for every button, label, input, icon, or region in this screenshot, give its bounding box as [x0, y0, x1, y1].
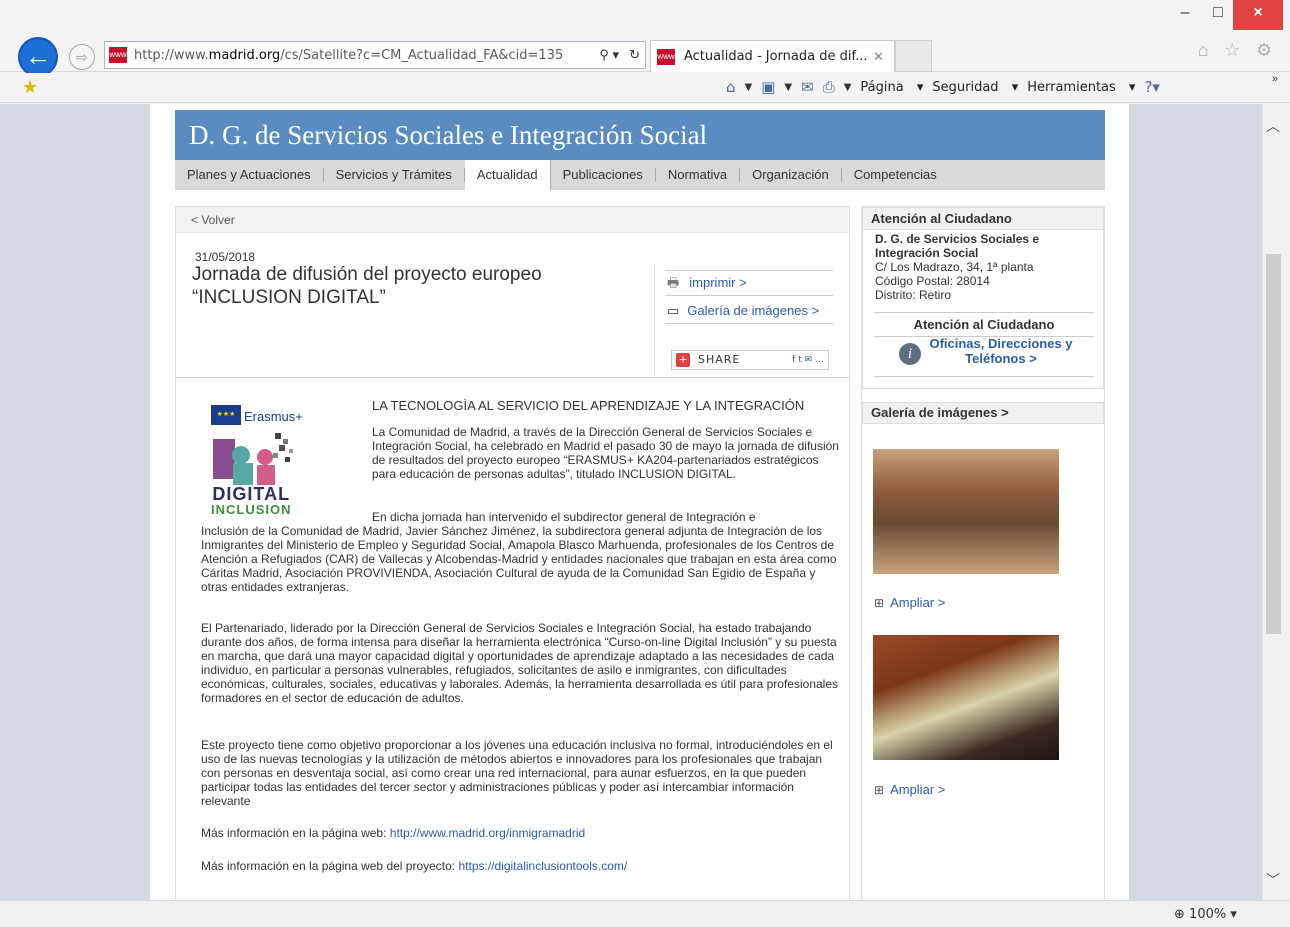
article-date: 31/05/2018	[195, 250, 256, 264]
addthis-plus-icon: +	[676, 353, 690, 367]
feeds-dropdown-icon[interactable]: ▼	[784, 82, 792, 93]
tab-favicon: www	[657, 48, 675, 65]
article-paragraph-2b: Inclusión de la Comunidad de Madrid, Jav…	[201, 524, 837, 594]
sidebar: Atención al Ciudadano D. G. de Servicios…	[861, 206, 1105, 900]
site-favicon: www	[109, 47, 127, 63]
article-paragraph-2a: En dicha jornada han intervenido el subd…	[372, 510, 756, 524]
attention-title: Atención al Ciudadano	[863, 208, 1103, 230]
favorites-star-icon[interactable]: ☆	[1224, 40, 1240, 61]
gallery-icon: ▭	[667, 303, 680, 318]
security-menu[interactable]: Seguridad ▾	[932, 80, 1018, 95]
printer-icon: 🖶	[667, 275, 680, 290]
article-paragraph-3: El Partenariado, liderado por la Direcci…	[201, 621, 839, 705]
chevron-right-icon[interactable]: »	[1272, 73, 1278, 85]
minimize-button[interactable]: –	[1167, 0, 1203, 30]
attention-address: D. G. de Servicios Sociales e Integració…	[875, 232, 1040, 302]
gallery-link[interactable]: ▭ Galería de imágenes >	[665, 299, 833, 324]
forward-arrow-icon: ⇨	[76, 49, 88, 65]
article-panel: < Volver 31/05/2018 Jornada de difusión …	[175, 206, 850, 900]
back-button[interactable]: ←	[18, 37, 58, 77]
vertical-scrollbar[interactable]: ︿ ﹀	[1262, 104, 1284, 900]
site-banner: D. G. de Servicios Sociales e Integració…	[175, 110, 1105, 160]
more-info-1: Más información en la página web: http:/…	[201, 826, 586, 840]
help-icon[interactable]: ?▾	[1144, 78, 1160, 96]
logo-wordmark: DIGITAL INCLUSION	[211, 484, 292, 517]
attention-box: Atención al Ciudadano D. G. de Servicios…	[862, 207, 1104, 389]
address-url[interactable]: http://www.madrid.org/cs/Satellite?c=CM_…	[134, 48, 594, 63]
divider	[176, 377, 849, 378]
more-info-2: Más información en la página web del pro…	[201, 859, 628, 873]
command-bar: ★ ⌂ ▼ ▣ ▼ ✉ ⎙ ▼ Página ▾ Seguridad ▾ Herram…	[0, 73, 1290, 103]
tools-menu[interactable]: Herramientas ▾	[1027, 80, 1135, 95]
nav-competencias[interactable]: Competencias	[842, 168, 949, 182]
logo-artwork	[213, 433, 293, 485]
article-title: Jornada de difusión del proyecto europeo…	[192, 264, 542, 308]
browser-right-icons: ⌂ ☆ ⚙	[1190, 40, 1280, 61]
gallery-photo-1[interactable]	[873, 449, 1059, 574]
browser-titlebar: – □ × ← ⇨ www http://www.madrid.org/cs/S…	[0, 0, 1290, 77]
home-icon[interactable]: ⌂	[1198, 40, 1209, 61]
offices-link[interactable]: Oficinas, Direcciones y Teléfonos >	[901, 336, 1081, 366]
social-icons: f t ✉ …	[792, 355, 824, 365]
tab-actualidad[interactable]: www Actualidad - Jornada de dif... ✕	[650, 40, 895, 72]
search-icon[interactable]: ⚲ ▾	[594, 47, 624, 63]
print-icon[interactable]: ⎙	[823, 78, 835, 96]
article-heading: LA TECNOLOGÌA AL SERVICIO DEL APRENDIZAJ…	[372, 398, 805, 413]
gallery-title-link[interactable]: Galería de imágenes >	[862, 402, 1104, 424]
page-menu[interactable]: Página ▾	[860, 80, 923, 95]
back-link[interactable]: < Volver	[176, 207, 849, 233]
share-button[interactable]: + SHARE f t ✉ …	[671, 350, 829, 370]
divider	[875, 376, 1093, 377]
settings-gear-icon[interactable]: ⚙	[1256, 40, 1272, 61]
add-favorites-icon[interactable]: ★	[22, 77, 38, 98]
nav-publicaciones[interactable]: Publicaciones	[551, 168, 656, 182]
tab-close-icon[interactable]: ✕	[873, 49, 884, 65]
nav-actualidad[interactable]: Actualidad	[464, 160, 551, 190]
home-menu-icon[interactable]: ⌂	[726, 78, 736, 96]
enlarge-icon: ⊞	[874, 596, 885, 610]
inmigramadrid-link[interactable]: http://www.madrid.org/inmigramadrid	[390, 826, 585, 840]
address-bar[interactable]: www http://www.madrid.org/cs/Satellite?c…	[104, 41, 646, 69]
forward-button[interactable]: ⇨	[69, 44, 95, 70]
scroll-up-icon[interactable]: ︿	[1266, 116, 1280, 136]
enlarge-icon: ⊞	[874, 783, 885, 797]
new-tab-button[interactable]	[895, 40, 932, 72]
nav-normativa[interactable]: Normativa	[656, 168, 741, 182]
erasmus-digital-inclusion-logo: ★★★ Erasmus+ DIGITAL INCLUSION	[211, 405, 311, 517]
article-paragraph-1: La Comunidad de Madrid, a través de la D…	[372, 425, 839, 481]
tab-title: Actualidad - Jornada de dif...	[684, 49, 868, 64]
maximize-button[interactable]: □	[1203, 0, 1233, 30]
digitalinclusiontools-link[interactable]: https://digitalinclusiontools.com/	[458, 859, 627, 873]
command-bar-items: ⌂ ▼ ▣ ▼ ✉ ⎙ ▼ Página ▾ Seguridad ▾ Herramie…	[726, 78, 1169, 96]
site-title: D. G. de Servicios Sociales e Integració…	[189, 120, 708, 150]
article-paragraph-4: Este proyecto tiene como objetivo propor…	[201, 738, 833, 808]
page-viewport: D. G. de Servicios Sociales e Integració…	[0, 104, 1262, 900]
close-button[interactable]: ×	[1233, 0, 1283, 30]
attention-subtitle: Atención al Ciudadano	[875, 312, 1093, 337]
enlarge-link-2[interactable]: ⊞ Ampliar >	[874, 782, 945, 797]
print-link[interactable]: 🖶 imprimir >	[665, 270, 833, 296]
nav-organizacion[interactable]: Organización	[740, 168, 842, 182]
scroll-down-icon[interactable]: ﹀	[1266, 870, 1280, 890]
eu-flag-icon: ★★★	[211, 405, 241, 425]
mail-icon[interactable]: ✉	[801, 78, 814, 96]
zoom-icon: ⊕	[1174, 907, 1185, 922]
print-dropdown-icon[interactable]: ▼	[844, 82, 852, 93]
article-tools: 🖶 imprimir > ▭ Galería de imágenes > + SHA…	[654, 265, 834, 375]
enlarge-link-1[interactable]: ⊞ Ampliar >	[874, 595, 945, 610]
status-bar: ⊕ 100% ▾	[0, 900, 1290, 927]
scrollbar-thumb[interactable]	[1266, 254, 1281, 634]
site-nav: Planes y Actuaciones Servicios y Trámite…	[175, 160, 1105, 190]
feeds-icon[interactable]: ▣	[761, 78, 775, 96]
zoom-control[interactable]: ⊕ 100% ▾	[1174, 907, 1237, 922]
nav-servicios[interactable]: Servicios y Trámites	[324, 168, 465, 182]
nav-planes[interactable]: Planes y Actuaciones	[175, 168, 324, 182]
page-container: D. G. de Servicios Sociales e Integració…	[150, 104, 1129, 900]
home-dropdown-icon[interactable]: ▼	[745, 82, 753, 93]
gallery-photo-2[interactable]	[873, 635, 1059, 760]
back-arrow-icon: ←	[25, 41, 51, 71]
refresh-icon[interactable]: ↻	[624, 47, 645, 63]
